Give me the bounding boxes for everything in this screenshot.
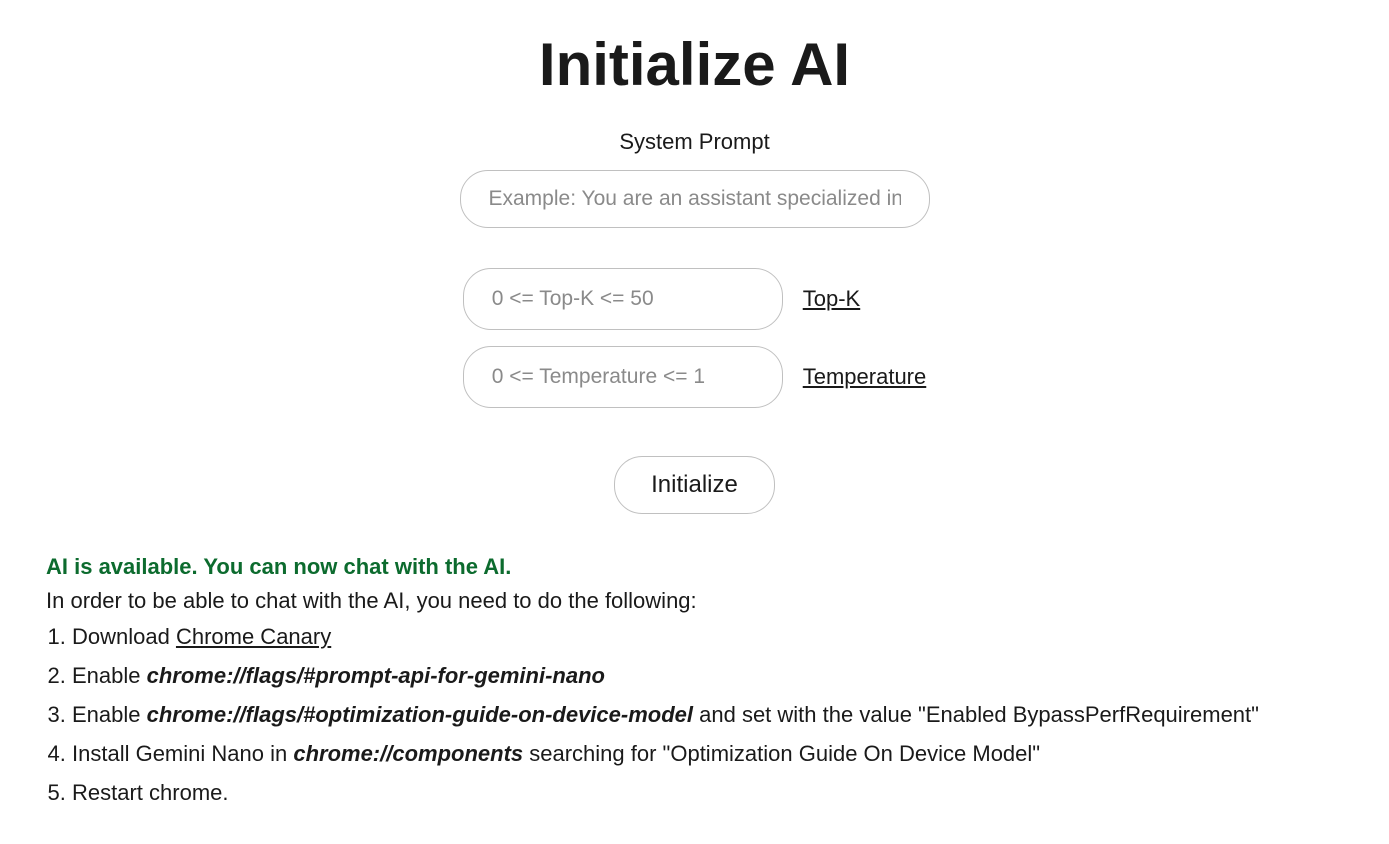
system-prompt-input[interactable] — [460, 170, 930, 228]
instruction-step-5: Restart chrome. — [72, 776, 1343, 809]
step3-post: and set with the value "Enabled BypassPe… — [693, 702, 1259, 727]
step2-flag: chrome://flags/#prompt-api-for-gemini-na… — [147, 663, 605, 688]
step2-text: Enable — [72, 663, 147, 688]
temperature-link[interactable]: Temperature — [803, 364, 927, 390]
temperature-row: Temperature — [463, 346, 927, 408]
system-prompt-label: System Prompt — [619, 129, 769, 155]
page-title: Initialize AI — [539, 30, 850, 99]
parameters-section: Top-K Temperature — [463, 268, 927, 408]
step4-post: searching for "Optimization Guide On Dev… — [523, 741, 1040, 766]
instructions-intro: In order to be able to chat with the AI,… — [46, 588, 1343, 614]
initialize-button[interactable]: Initialize — [614, 456, 775, 514]
chrome-canary-link[interactable]: Chrome Canary — [176, 624, 331, 649]
instruction-step-2: Enable chrome://flags/#prompt-api-for-ge… — [72, 659, 1343, 692]
step4-text: Install Gemini Nano in — [72, 741, 293, 766]
status-message: AI is available. You can now chat with t… — [46, 554, 1343, 580]
system-prompt-section: System Prompt — [460, 129, 930, 228]
step3-flag: chrome://flags/#optimization-guide-on-de… — [147, 702, 693, 727]
info-section: AI is available. You can now chat with t… — [0, 514, 1389, 815]
topk-row: Top-K — [463, 268, 927, 330]
step4-flag: chrome://components — [293, 741, 523, 766]
topk-input[interactable] — [463, 268, 783, 330]
step1-text: Download — [72, 624, 176, 649]
instruction-step-3: Enable chrome://flags/#optimization-guid… — [72, 698, 1343, 731]
instruction-step-1: Download Chrome Canary — [72, 620, 1343, 653]
instruction-step-4: Install Gemini Nano in chrome://componen… — [72, 737, 1343, 770]
step3-text: Enable — [72, 702, 147, 727]
temperature-input[interactable] — [463, 346, 783, 408]
instructions-list: Download Chrome Canary Enable chrome://f… — [46, 620, 1343, 809]
topk-link[interactable]: Top-K — [803, 286, 860, 312]
